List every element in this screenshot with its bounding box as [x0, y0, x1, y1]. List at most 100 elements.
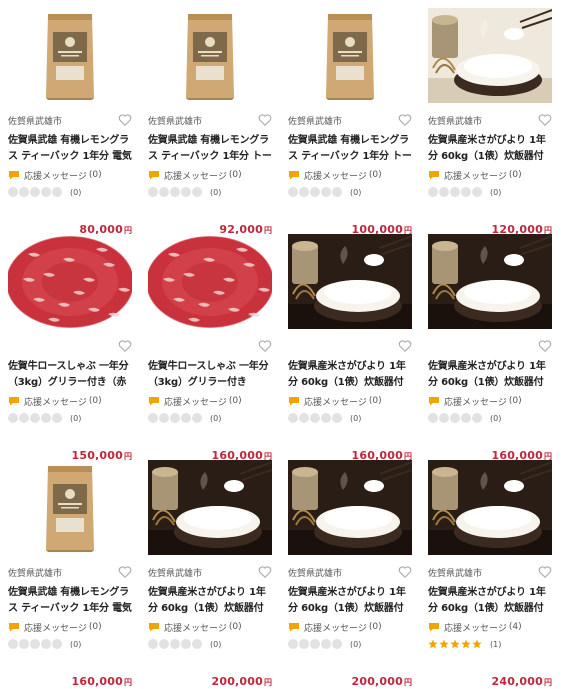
product-card[interactable]: 佐賀県武雄市佐賀県産米さがびより 1年分 60kg（1俵）炊飯器付き（ 応援メッセ…	[420, 452, 560, 688]
rice-bowl-image	[288, 460, 412, 555]
product-card[interactable]: 佐賀県産米さがびより 1年分 60kg（1俵）炊飯器付き応援メッセージ(0)(0…	[280, 226, 420, 462]
support-message-row: 応援メッセージ (0)	[428, 394, 552, 408]
product-thumbnail[interactable]	[288, 460, 412, 555]
support-message-row: 応援メッセージ (0)	[428, 168, 552, 182]
star-icon	[439, 187, 449, 197]
rice-bowl-image	[288, 234, 412, 329]
support-message-label: 応援メッセージ	[24, 623, 87, 634]
rating-row: (0)	[288, 186, 412, 198]
star-icon	[472, 187, 482, 197]
review-count: (0)	[210, 187, 222, 197]
product-thumbnail[interactable]	[148, 8, 272, 103]
heart-icon[interactable]	[398, 113, 412, 127]
product-thumbnail[interactable]	[288, 8, 412, 103]
heart-icon[interactable]	[118, 339, 132, 353]
heart-icon[interactable]	[538, 565, 552, 579]
product-card[interactable]: 佐賀牛ロースしゃぶ 一年分（3kg）グリラー付き（赤外応援メッセージ(0)(0)…	[0, 226, 140, 462]
product-card[interactable]: 佐賀県武雄市佐賀県武雄 有機レモングラス ティーバック 1年分 電気ケト応援メッ…	[0, 452, 140, 688]
rating-row: (0)	[148, 186, 272, 198]
star-icon	[148, 187, 158, 197]
product-thumbnail[interactable]	[428, 460, 552, 555]
heart-icon[interactable]	[538, 113, 552, 127]
heart-icon[interactable]	[398, 565, 412, 579]
support-message-label: 応援メッセージ	[24, 397, 87, 408]
product-title[interactable]: 佐賀県産米さがびより 1年分 60kg（1俵）炊飯器付き	[288, 359, 412, 391]
rating-stars	[428, 413, 482, 423]
heart-icon[interactable]	[538, 339, 552, 353]
product-thumbnail[interactable]	[148, 460, 272, 555]
rating-row: (0)	[8, 638, 132, 650]
product-title[interactable]: 佐賀牛ロースしゃぶ 一年分（3kg）グリラー付き	[148, 359, 272, 391]
star-icon	[41, 639, 51, 649]
star-icon	[8, 413, 18, 423]
heart-icon[interactable]	[258, 565, 272, 579]
review-count: (0)	[70, 639, 82, 649]
rating-stars	[8, 187, 62, 197]
star-icon	[52, 639, 62, 649]
product-card[interactable]: 佐賀県武雄市佐賀県武雄 有機レモングラス ティーバック 1年分 トース応援メッセ…	[280, 0, 420, 236]
product-title[interactable]: 佐賀県産米さがびより 1年分 60kg（1俵）炊飯器付き（銘	[428, 133, 552, 165]
product-title[interactable]: 佐賀県武雄 有機レモングラス ティーバック 1年分 トース	[148, 133, 272, 165]
product-card[interactable]: 佐賀県武雄市佐賀県武雄 有機レモングラス ティーバック 1年分 トース応援メッセ…	[140, 0, 280, 236]
review-count: (0)	[350, 413, 362, 423]
region-row	[288, 339, 412, 353]
beef-slices-image	[8, 234, 132, 329]
product-thumbnail[interactable]	[428, 234, 552, 329]
star-icon	[19, 187, 29, 197]
support-message-count: (0)	[368, 396, 382, 406]
star-icon	[450, 639, 460, 649]
product-card[interactable]: 佐賀県産米さがびより 1年分 60kg（1俵）炊飯器付き応援メッセージ(0)(0…	[420, 226, 560, 462]
product-thumbnail[interactable]	[288, 234, 412, 329]
product-thumbnail[interactable]	[8, 8, 132, 103]
region-label: 佐賀県武雄市	[8, 116, 63, 127]
support-message-label: 応援メッセージ	[304, 623, 367, 634]
review-count: (0)	[70, 187, 82, 197]
product-title[interactable]: 佐賀県武雄 有機レモングラス ティーバック 1年分 電気ポッ	[8, 133, 132, 165]
star-icon	[321, 187, 331, 197]
heart-icon[interactable]	[258, 113, 272, 127]
star-icon	[461, 187, 471, 197]
support-message-count: (0)	[228, 396, 242, 406]
star-icon	[450, 187, 460, 197]
product-thumbnail[interactable]	[428, 8, 552, 103]
message-bubble-icon	[429, 397, 439, 406]
rating-stars	[148, 639, 202, 649]
product-title[interactable]: 佐賀県産米さがびより 1年分 60kg（1俵）炊飯器付き（打	[288, 585, 412, 617]
product-card[interactable]: 佐賀牛ロースしゃぶ 一年分（3kg）グリラー付き 応援メッセージ (0) (0) 160…	[140, 226, 280, 462]
star-icon	[181, 413, 191, 423]
support-message-row: 応援メッセージ (0)	[148, 394, 272, 408]
heart-icon[interactable]	[118, 565, 132, 579]
product-title[interactable]: 佐賀県武雄 有機レモングラス ティーバック 1年分 電気ケト	[8, 585, 132, 617]
product-title[interactable]: 佐賀県産米さがびより 1年分 60kg（1俵）炊飯器付き	[428, 359, 552, 391]
rating-row: (0)	[428, 186, 552, 198]
product-thumbnail[interactable]	[8, 460, 132, 555]
heart-icon[interactable]	[118, 113, 132, 127]
region-row	[8, 339, 132, 353]
message-bubble-icon	[289, 623, 299, 632]
product-thumbnail[interactable]	[8, 234, 132, 329]
support-message-count: (0)	[88, 396, 102, 406]
star-icon	[52, 413, 62, 423]
star-icon	[439, 639, 449, 649]
product-card[interactable]: 佐賀県武雄市佐賀県産米さがびより 1年分 60kg（1俵）炊飯器付き（打応援メッ…	[280, 452, 420, 688]
product-title[interactable]: 佐賀県産米さがびより 1年分 60kg（1俵）炊飯器付き（	[428, 585, 552, 617]
region-row: 佐賀県武雄市	[288, 113, 412, 127]
price-currency: 円	[404, 678, 412, 687]
product-title[interactable]: 佐賀牛ロースしゃぶ 一年分（3kg）グリラー付き（赤外	[8, 359, 132, 391]
star-icon	[19, 413, 29, 423]
product-card[interactable]: 佐賀県武雄市佐賀県武雄 有機レモングラス ティーバック 1年分 電気ポッ応援メッ…	[0, 0, 140, 236]
support-message-label: 応援メッセージ	[164, 397, 227, 408]
product-card[interactable]: 佐賀県武雄市佐賀県産米さがびより 1年分 60kg（1俵）炊飯器付き（打応援メッ…	[140, 452, 280, 688]
product-title[interactable]: 佐賀県武雄 有機レモングラス ティーバック 1年分 トース	[288, 133, 412, 165]
star-icon	[159, 187, 169, 197]
star-icon	[30, 639, 40, 649]
heart-icon[interactable]	[398, 339, 412, 353]
product-thumbnail[interactable]	[148, 234, 272, 329]
product-title[interactable]: 佐賀県産米さがびより 1年分 60kg（1俵）炊飯器付き（打	[148, 585, 272, 617]
heart-icon[interactable]	[258, 339, 272, 353]
price-row: 160,000円	[8, 670, 132, 688]
product-card[interactable]: 佐賀県武雄市佐賀県産米さがびより 1年分 60kg（1俵）炊飯器付き（銘応援メッ…	[420, 0, 560, 236]
price-row: 240,000円	[428, 670, 552, 688]
star-icon	[159, 639, 169, 649]
star-icon	[461, 639, 471, 649]
